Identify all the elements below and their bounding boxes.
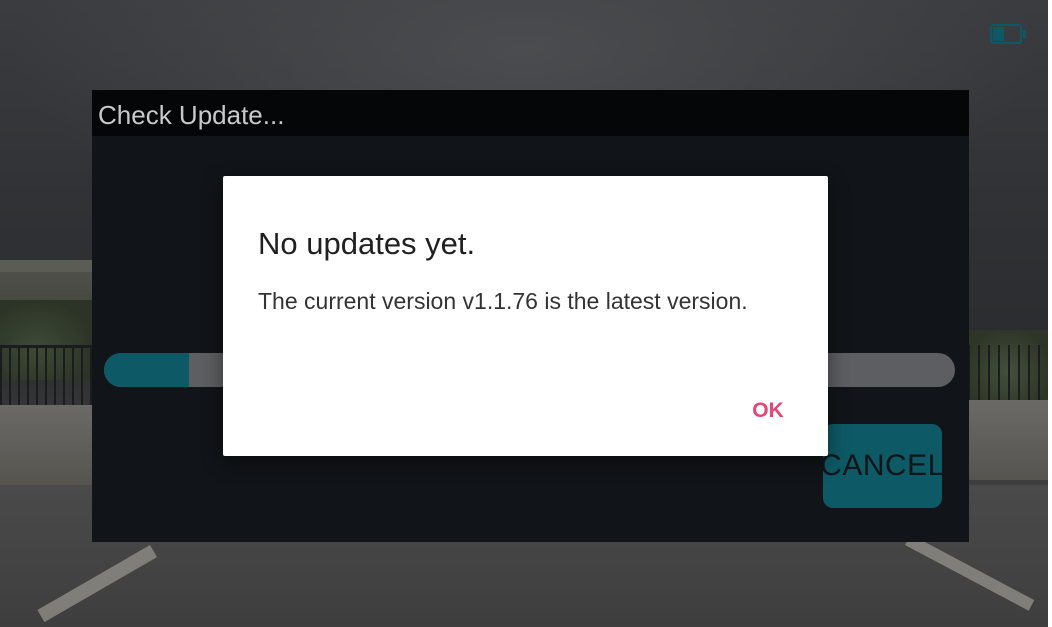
fence-right: [968, 345, 1048, 400]
panel-header: Check Update...: [92, 90, 969, 136]
wall-left: [0, 405, 95, 485]
cancel-button[interactable]: CANCEL: [820, 424, 944, 508]
alert-dialog: No updates yet. The current version v1.1…: [223, 176, 828, 456]
background-scene: Check Update... CANCEL No updates yet. T…: [0, 0, 1048, 627]
dialog-title: No updates yet.: [258, 226, 476, 261]
panel-title: Check Update...: [98, 100, 285, 130]
wall-right: [968, 400, 1048, 480]
ok-button[interactable]: OK: [743, 394, 793, 428]
dialog-message: The current version v1.1.76 is the lates…: [258, 288, 748, 314]
battery-icon: [990, 24, 1026, 44]
progress-fill: [104, 353, 190, 387]
fence-left: [0, 345, 95, 408]
